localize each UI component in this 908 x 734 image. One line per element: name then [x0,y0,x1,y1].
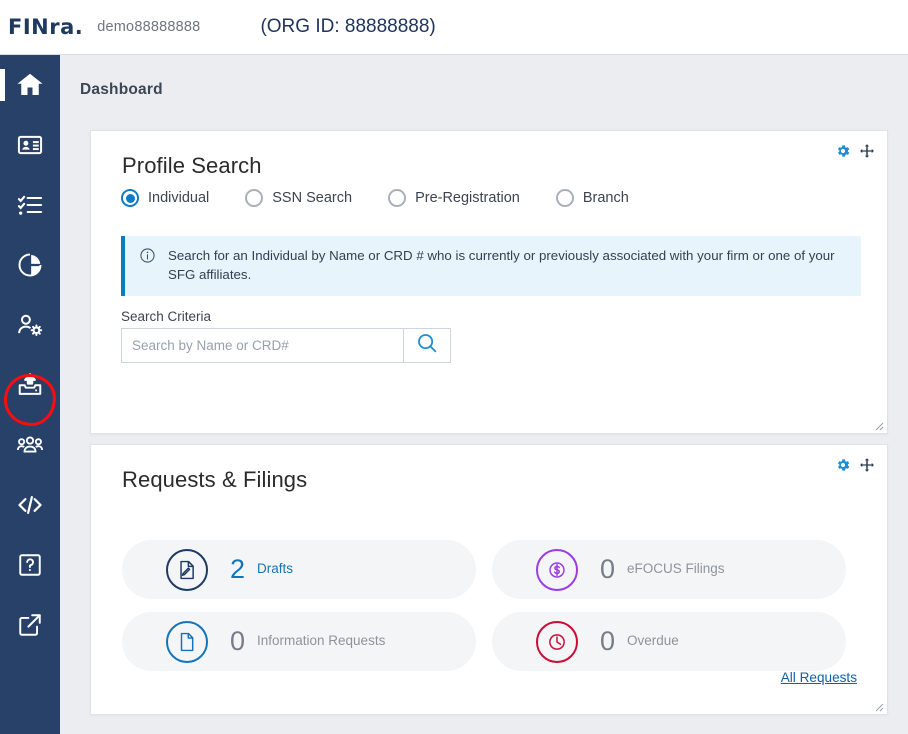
finra-logo-text: FINra [8,15,75,39]
sidebar-item-home[interactable] [0,55,60,115]
radio-option-individual[interactable]: Individual [121,189,209,207]
radio-branch-label: Branch [583,190,629,206]
sidebar-item-profile[interactable] [0,115,60,175]
sidebar-item-help[interactable] [0,535,60,595]
sidebar-item-developer[interactable] [0,475,60,535]
sidebar-item-external[interactable] [0,595,60,655]
search-input[interactable] [121,328,403,363]
radio-pre-registration-label: Pre-Registration [415,190,520,206]
sidebar-item-tasks[interactable] [0,175,60,235]
radio-option-ssn-search[interactable]: SSN Search [245,189,352,207]
profile-search-info-text: Search for an Individual by Name or CRD … [168,247,849,285]
code-icon [16,491,44,519]
stat-count-efocus-filings: 0 [600,554,616,585]
sidebar-item-reports[interactable] [0,235,60,295]
info-icon [139,247,156,269]
home-icon [15,70,45,100]
id-card-icon [16,131,44,159]
document-icon [166,621,208,663]
all-requests-link[interactable]: All Requests [781,670,857,685]
search-criteria-label: Search Criteria [121,309,211,324]
radio-individual-control[interactable] [121,189,139,207]
panel-resize-handle[interactable] [872,418,884,430]
radio-pre-registration-control[interactable] [388,189,406,207]
upload-tray-icon [16,371,44,399]
sidebar-item-filings[interactable] [0,355,60,415]
stat-count-information-requests: 0 [230,626,246,657]
sidebar-nav [0,55,60,734]
requests-filings-panel-tools [835,457,875,478]
stat-card-information-requests[interactable]: 0 Information Requests [122,612,476,671]
profile-search-type-radio-group: Individual SSN Search Pre-Registration B… [91,179,887,207]
sidebar-item-organization[interactable] [0,415,60,475]
profile-search-panel-tools [835,143,875,164]
stat-card-efocus-filings[interactable]: 0 eFOCUS Filings [492,540,846,599]
external-link-icon [17,612,43,638]
user-name: demo88888888 [97,19,200,35]
requests-filings-panel: Requests & Filings 2 Drafts [90,444,888,715]
profile-search-title: Profile Search [91,131,887,179]
org-id-label: (ORG ID: 88888888) [260,16,435,38]
stat-label-overdue: Overdue [627,633,679,650]
stat-card-row: 2 Drafts 0 eFOCUS Filings [122,540,862,599]
stat-count-overdue: 0 [600,626,616,657]
stat-card-drafts[interactable]: 2 Drafts [122,540,476,599]
checklist-icon [16,191,44,219]
move-icon[interactable] [859,457,875,478]
search-button[interactable] [403,328,451,363]
radio-option-pre-registration[interactable]: Pre-Registration [388,189,520,207]
help-icon [17,552,43,578]
move-icon[interactable] [859,143,875,164]
requests-filings-title: Requests & Filings [91,445,887,493]
dollar-circle-icon [536,549,578,591]
app-header: FINra. demo88888888 (ORG ID: 88888888) [0,0,908,55]
gear-icon[interactable] [835,457,851,478]
stat-label-drafts: Drafts [257,561,293,578]
stat-count-drafts: 2 [230,554,246,585]
stat-label-information-requests: Information Requests [257,633,385,650]
stat-card-row: 0 Information Requests 0 Overdue [122,612,862,671]
main-content: Dashboard Profile Search Individual [60,55,908,734]
finra-logo-dot: . [75,15,83,39]
profile-search-info-banner: Search for an Individual by Name or CRD … [121,236,861,296]
search-icon [415,331,439,360]
stat-label-efocus-filings: eFOCUS Filings [627,561,725,578]
clock-icon [536,621,578,663]
document-edit-icon [166,549,208,591]
stat-card-overdue[interactable]: 0 Overdue [492,612,846,671]
radio-branch-control[interactable] [556,189,574,207]
profile-search-panel: Profile Search Individual SSN Search Pre… [90,130,888,434]
group-users-icon [16,431,44,459]
pie-chart-icon [16,251,44,279]
gear-icon[interactable] [835,143,851,164]
requests-filings-cards: 2 Drafts 0 eFOCUS Filings [122,540,862,684]
search-box [121,328,451,363]
page-title: Dashboard [60,55,908,99]
radio-option-branch[interactable]: Branch [556,189,629,207]
finra-logo: FINra. [8,17,83,38]
user-settings-icon [16,311,44,339]
sidebar-item-user-admin[interactable] [0,295,60,355]
radio-ssn-search-label: SSN Search [272,190,352,206]
panel-resize-handle[interactable] [872,699,884,711]
radio-individual-label: Individual [148,190,209,206]
radio-ssn-search-control[interactable] [245,189,263,207]
